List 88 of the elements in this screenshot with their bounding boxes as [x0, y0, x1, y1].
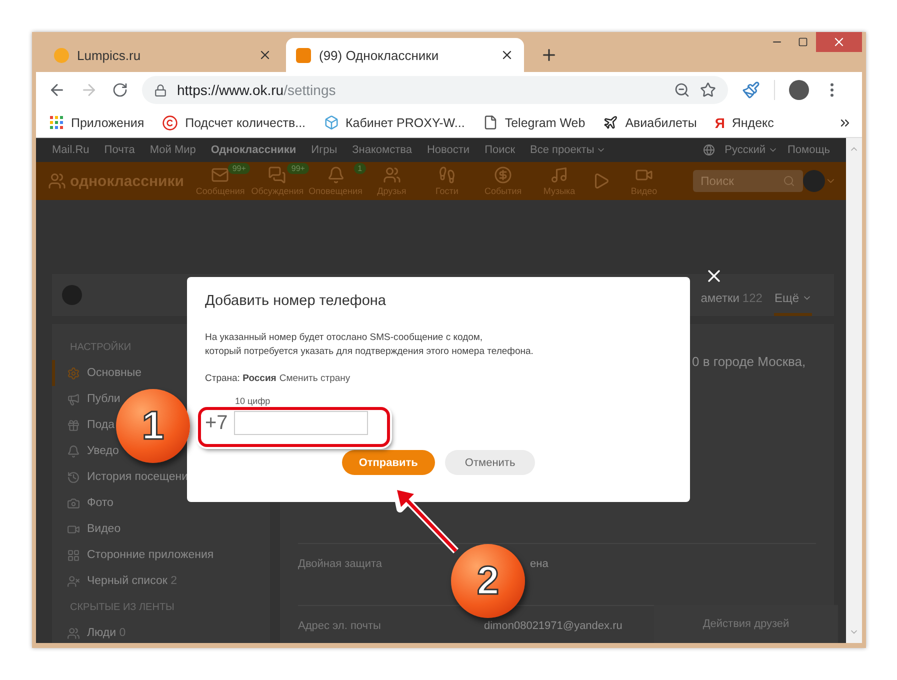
sidebar-item[interactable]: Уведо	[52, 438, 119, 464]
language-link[interactable]: Русский	[724, 144, 778, 156]
sidebar-item[interactable]: Сторонние приложения	[52, 542, 214, 568]
back-icon[interactable]	[48, 81, 66, 99]
address-bar[interactable]: https://www.ok.ru/settings	[142, 76, 728, 104]
change-country-link[interactable]: Сменить страну	[279, 373, 350, 384]
cancel-button[interactable]: Отменить	[444, 450, 536, 475]
portal-link[interactable]: Все проекты	[530, 144, 606, 156]
phone-input-field[interactable]	[234, 411, 368, 435]
coin-icon	[494, 166, 512, 184]
portal-link[interactable]: Поиск	[484, 144, 516, 156]
field-value: 0 в городе Москва,	[692, 354, 806, 369]
portal-link[interactable]: Почта	[104, 144, 135, 156]
maximize-icon	[798, 37, 808, 47]
friends-activity-panel[interactable]: Действия друзей	[654, 605, 838, 643]
bell-icon	[67, 444, 80, 458]
count-badge: 1	[354, 163, 366, 174]
portal-link[interactable]: Игры	[311, 144, 338, 156]
cube-icon	[324, 115, 339, 130]
zoom-out-icon[interactable]	[674, 82, 690, 98]
sidebar-item[interactable]: Фото	[52, 490, 114, 516]
round-favicon-icon	[54, 48, 69, 62]
lock-icon	[154, 84, 167, 96]
portal-link[interactable]: Знакомства	[352, 144, 412, 156]
field-value: ена	[530, 558, 548, 570]
chat-bubbles-icon	[268, 166, 286, 184]
sidebar-item[interactable]: История посещени	[52, 464, 188, 490]
dialog-text: который потребуется указать для подтверждения этого номера телефона.	[205, 345, 534, 359]
file-icon	[482, 115, 498, 130]
bookmark[interactable]: Приложения	[50, 116, 144, 130]
logo-icon	[48, 172, 66, 190]
browser-tab[interactable]: Lumpics.ru	[44, 38, 282, 72]
field-label: Адрес эл. почты	[298, 620, 381, 632]
bookmark[interactable]: Кабинет PROXY-W...	[324, 115, 465, 130]
profile-photo	[62, 285, 82, 305]
phone-prefix: +7	[205, 412, 228, 434]
star-icon[interactable]	[700, 82, 716, 98]
square-favicon-icon	[296, 48, 311, 62]
envelope-icon	[211, 166, 230, 184]
history-icon	[67, 470, 80, 484]
profile-avatar[interactable]	[789, 80, 809, 100]
brush-icon[interactable]	[742, 81, 760, 99]
bell-icon	[326, 166, 345, 184]
field-hint: 10 цифр	[235, 396, 270, 406]
count-badge: 99+	[228, 163, 250, 174]
country-text: Страна: Россия	[205, 373, 276, 384]
close-icon[interactable]	[500, 48, 514, 62]
field-value: dimon08021971@yandex.ru	[484, 620, 622, 632]
close-button[interactable]	[816, 32, 862, 52]
search-icon	[782, 175, 795, 187]
apps-grid-icon	[50, 116, 64, 130]
gift-icon	[67, 418, 80, 432]
video-camera-icon	[67, 522, 80, 536]
copyright-icon	[162, 114, 178, 130]
close-icon[interactable]	[258, 48, 272, 62]
send-button[interactable]: Отправить	[342, 450, 435, 475]
footprints-icon	[438, 166, 456, 184]
sidebar-item[interactable]: Видео	[52, 516, 121, 542]
megaphone-icon	[67, 392, 80, 406]
reload-icon[interactable]	[112, 82, 128, 98]
count-badge: 99+	[287, 163, 309, 174]
music-note-icon	[550, 166, 568, 184]
bookmark[interactable]: Я Яндекс	[714, 114, 774, 130]
portal-link[interactable]: Одноклассники	[210, 144, 296, 156]
grid-icon	[67, 548, 80, 562]
bookmark[interactable]: Подсчет количеств...	[162, 114, 306, 130]
sidebar-item[interactable]: Основные	[52, 360, 142, 386]
people-icon	[67, 626, 80, 640]
close-icon	[832, 35, 846, 49]
dialog-title: Добавить номер телефона	[205, 293, 386, 309]
dialog-text: На указанный номер будет отослано SMS-сообщение с кодом,	[205, 331, 483, 345]
globe-icon	[702, 144, 715, 156]
camera-icon	[67, 496, 80, 510]
gear-icon	[67, 366, 80, 380]
profile-tab[interactable]: Ещё	[774, 274, 812, 316]
help-link[interactable]: Помощь	[788, 144, 830, 156]
bookmark[interactable]: Авиабилеты	[603, 115, 697, 130]
portal-link[interactable]: Mail.Ru	[52, 144, 90, 156]
bookmark[interactable]: Telegram Web	[482, 115, 586, 130]
plane-icon	[603, 115, 618, 130]
new-tab-icon[interactable]	[540, 46, 558, 64]
field-label: Двойная защита	[298, 558, 382, 570]
user-blocked-icon	[67, 574, 80, 588]
portal-link[interactable]: Мой Мир	[150, 144, 196, 156]
browser-tab[interactable]: (99) Одноклассники	[286, 38, 524, 72]
people-icon	[382, 166, 401, 184]
portal-link[interactable]: Новости	[426, 144, 470, 156]
sidebar-item[interactable]: Пода	[52, 412, 115, 438]
